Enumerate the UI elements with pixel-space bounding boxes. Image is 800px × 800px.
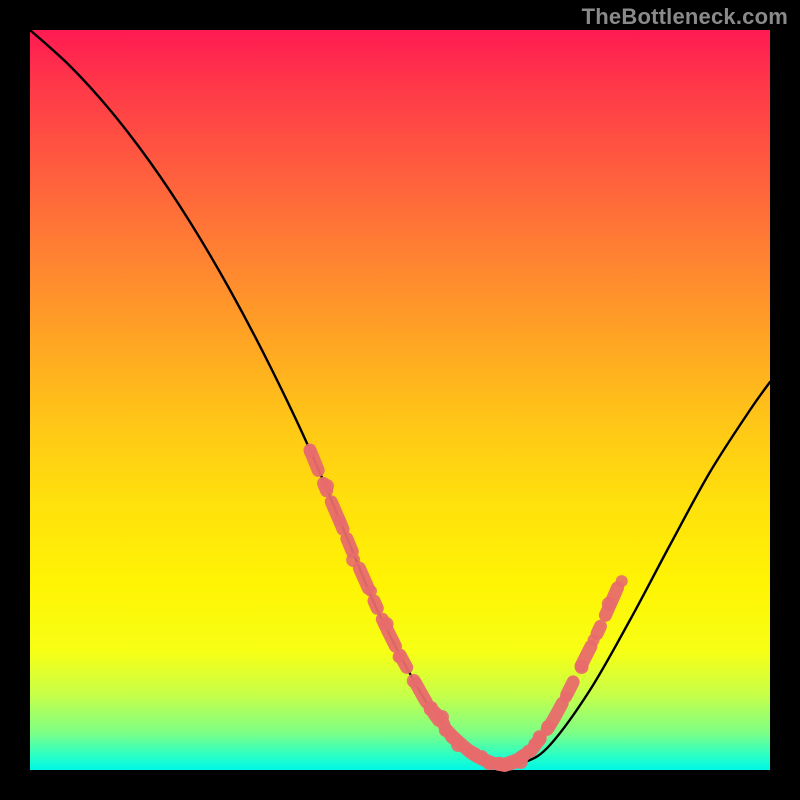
watermark-text: TheBottleneck.com (582, 4, 788, 30)
rough-dot (602, 597, 616, 611)
rough-dot (492, 757, 506, 771)
rough-dot (616, 575, 628, 587)
rough-dot (451, 738, 465, 752)
rough-dot (588, 634, 600, 646)
curve-layer (30, 30, 770, 770)
rough-dot (514, 755, 528, 769)
rough-dot (560, 691, 572, 703)
rough-dot (320, 479, 334, 493)
rough-dot (407, 674, 421, 688)
rough-dot (575, 660, 589, 674)
rough-dot (380, 617, 394, 631)
rough-dot (365, 585, 377, 597)
rough-dot (346, 553, 360, 567)
rough-dot (393, 651, 405, 663)
rough-dot (533, 730, 547, 744)
rough-dot (333, 515, 345, 527)
rough-dot (443, 728, 455, 740)
rough-segment-left (310, 450, 500, 765)
rough-dot (424, 704, 436, 716)
rough-dot (522, 745, 534, 757)
rough-dot (304, 446, 316, 458)
rough-dot (435, 710, 449, 724)
rough-segment-right (505, 582, 620, 764)
chart-frame: TheBottleneck.com (0, 0, 800, 800)
